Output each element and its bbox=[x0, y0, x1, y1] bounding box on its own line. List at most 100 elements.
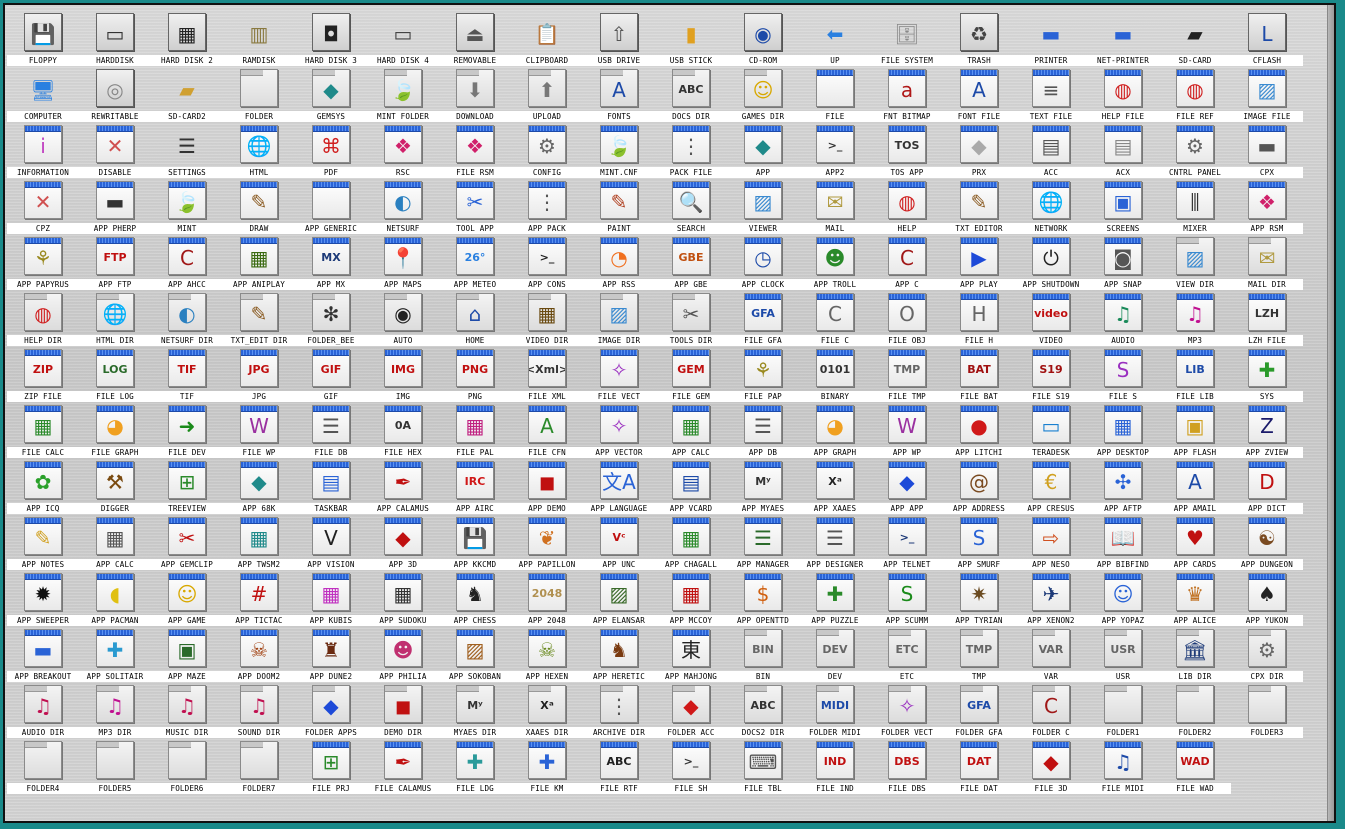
desktop-icon-file-tmp[interactable]: TMP FILE TMP bbox=[871, 347, 943, 403]
desktop-icon-download[interactable]: ⬇ DOWNLOAD bbox=[439, 67, 511, 123]
desktop-icon-png[interactable]: PNG PNG bbox=[439, 347, 511, 403]
desktop-icon-app-kubis[interactable]: ▦ APP KUBIS bbox=[295, 571, 367, 627]
desktop-icon-file-wad[interactable]: WAD FILE WAD bbox=[1159, 739, 1231, 795]
desktop-icon-app-tictac[interactable]: # APP TICTAC bbox=[223, 571, 295, 627]
desktop-icon-app-papillon[interactable]: ❦ APP PAPILLON bbox=[511, 515, 583, 571]
desktop-icon-cpx[interactable]: ▬ CPX bbox=[1231, 123, 1303, 179]
desktop-icon-file-rsm[interactable]: ❖ FILE RSM bbox=[439, 123, 511, 179]
desktop-icon-app-game[interactable]: ☺ APP GAME bbox=[151, 571, 223, 627]
desktop-icon-file-prj[interactable]: ⊞ FILE PRJ bbox=[295, 739, 367, 795]
desktop-icon-file-vect[interactable]: ✧ FILE VECT bbox=[583, 347, 655, 403]
desktop-icon-video-dir[interactable]: ▦ VIDEO DIR bbox=[511, 291, 583, 347]
desktop-icon-config[interactable]: ⚙ CONFIG bbox=[511, 123, 583, 179]
desktop-icon-app-heretic[interactable]: ♞ APP HERETIC bbox=[583, 627, 655, 683]
desktop-icon-settings[interactable]: ☰ SETTINGS bbox=[151, 123, 223, 179]
desktop-icon-treeview[interactable]: ⊞ TREEVIEW bbox=[151, 459, 223, 515]
desktop-icon-app-maps[interactable]: 📍 APP MAPS bbox=[367, 235, 439, 291]
desktop-icon-file[interactable]: FILE bbox=[799, 67, 871, 123]
desktop-icon-taskbar[interactable]: ▤ TASKBAR bbox=[295, 459, 367, 515]
desktop-icon-app-bibfind[interactable]: 📖 APP BIBFIND bbox=[1087, 515, 1159, 571]
desktop-icon-app-calc[interactable]: ▦ APP CALC bbox=[79, 515, 151, 571]
desktop-icon-app-troll[interactable]: ☻ APP TROLL bbox=[799, 235, 871, 291]
desktop-icon-folder[interactable]: FOLDER bbox=[223, 67, 295, 123]
desktop-icon-usr[interactable]: USR USR bbox=[1087, 627, 1159, 683]
desktop-icon-file-wp[interactable]: W FILE WP bbox=[223, 403, 295, 459]
desktop-icon-app-vision[interactable]: V APP VISION bbox=[295, 515, 367, 571]
desktop-icon-app-2048[interactable]: 2048 APP 2048 bbox=[511, 571, 583, 627]
desktop-icon-app-chess[interactable]: ♞ APP CHESS bbox=[439, 571, 511, 627]
desktop-icon-mint-folder[interactable]: 🍃 MINT FOLDER bbox=[367, 67, 439, 123]
desktop-icon-app-3d[interactable]: ◆ APP 3D bbox=[367, 515, 439, 571]
desktop-icon-zip-file[interactable]: ZIP ZIP FILE bbox=[7, 347, 79, 403]
desktop-icon-file-log[interactable]: LOG FILE LOG bbox=[79, 347, 151, 403]
desktop-icon-html[interactable]: 🌐 HTML bbox=[223, 123, 295, 179]
desktop-icon-prx[interactable]: ◆ PRX bbox=[943, 123, 1015, 179]
desktop-icon-app-cards[interactable]: ♥ APP CARDS bbox=[1159, 515, 1231, 571]
desktop-icon-app-openttd[interactable]: $ APP OPENTTD bbox=[727, 571, 799, 627]
desktop-icon-app-scumm[interactable]: S APP SCUMM bbox=[871, 571, 943, 627]
desktop-icon-help[interactable]: ◍ HELP bbox=[871, 179, 943, 235]
desktop-icon-file-pal[interactable]: ▦ FILE PAL bbox=[439, 403, 511, 459]
desktop-icon-app-litchi[interactable]: ● APP LITCHI bbox=[943, 403, 1015, 459]
desktop-icon-view-dir[interactable]: ▨ VIEW DIR bbox=[1159, 235, 1231, 291]
desktop-icon-app-rsm[interactable]: ❖ APP RSM bbox=[1231, 179, 1303, 235]
desktop-icon-file-3d[interactable]: ◆ FILE 3D bbox=[1015, 739, 1087, 795]
desktop-icon-file-km[interactable]: ✚ FILE KM bbox=[511, 739, 583, 795]
desktop-icon-file-calc[interactable]: ▦ FILE CALC bbox=[7, 403, 79, 459]
desktop-icon-myaes-dir[interactable]: Mʸ MYAES DIR bbox=[439, 683, 511, 739]
desktop-icon-app[interactable]: ◆ APP bbox=[727, 123, 799, 179]
desktop-icon-app-play[interactable]: ▶ APP PLAY bbox=[943, 235, 1015, 291]
desktop-icon-file-dbs[interactable]: DBS FILE DBS bbox=[871, 739, 943, 795]
desktop-icon-cntrl-panel[interactable]: ⚙ CNTRL PANEL bbox=[1159, 123, 1231, 179]
desktop-icon-folder1[interactable]: FOLDER1 bbox=[1087, 683, 1159, 739]
desktop-icon-file-system[interactable]: 🗄 FILE SYSTEM bbox=[871, 11, 943, 67]
desktop-icon-file-bat[interactable]: BAT FILE BAT bbox=[943, 347, 1015, 403]
desktop-icon-paint[interactable]: ✎ PAINT bbox=[583, 179, 655, 235]
desktop-icon-sd-card2[interactable]: ▰ SD-CARD2 bbox=[151, 67, 223, 123]
desktop-icon-removable[interactable]: ⏏ REMOVABLE bbox=[439, 11, 511, 67]
desktop-icon-app-aftp[interactable]: ✣ APP AFTP bbox=[1087, 459, 1159, 515]
desktop-icon-app-tyrian[interactable]: ✷ APP TYRIAN bbox=[943, 571, 1015, 627]
desktop-icon-folder-bee[interactable]: ✻ FOLDER_BEE bbox=[295, 291, 367, 347]
desktop-icon-app-address[interactable]: @ APP ADDRESS bbox=[943, 459, 1015, 515]
desktop-icon-app-breakout[interactable]: ▬ APP BREAKOUT bbox=[7, 627, 79, 683]
desktop-icon-tos-app[interactable]: TOS TOS APP bbox=[871, 123, 943, 179]
desktop-icon-etc[interactable]: ETC ETC bbox=[871, 627, 943, 683]
desktop-icon-file-c[interactable]: C FILE C bbox=[799, 291, 871, 347]
desktop-icon-app-maze[interactable]: ▣ APP MAZE bbox=[151, 627, 223, 683]
desktop-icon-binary[interactable]: 0101 BINARY bbox=[799, 347, 871, 403]
desktop-icon-app-airc[interactable]: IRC APP AIRC bbox=[439, 459, 511, 515]
desktop-icon-docs-dir[interactable]: ABC DOCS DIR bbox=[655, 67, 727, 123]
desktop-icon-file-lib[interactable]: LIB FILE LIB bbox=[1159, 347, 1231, 403]
desktop-icon-screens[interactable]: ▣ SCREENS bbox=[1087, 179, 1159, 235]
desktop-icon-file-db[interactable]: ☰ FILE DB bbox=[295, 403, 367, 459]
desktop-icon-app-myaes[interactable]: Mʸ APP MYAES bbox=[727, 459, 799, 515]
desktop-icon-folder7[interactable]: FOLDER7 bbox=[223, 739, 295, 795]
desktop-icon-app-68k[interactable]: ◆ APP 68K bbox=[223, 459, 295, 515]
desktop-icon-app-xenon2[interactable]: ✈ APP XENON2 bbox=[1015, 571, 1087, 627]
desktop-icon-lib-dir[interactable]: 🏛 LIB DIR bbox=[1159, 627, 1231, 683]
desktop-icon-net-printer[interactable]: ▬ NET-PRINTER bbox=[1087, 11, 1159, 67]
desktop-icon-app-notes[interactable]: ✎ APP NOTES bbox=[7, 515, 79, 571]
desktop-icon-help-dir[interactable]: ◍ HELP DIR bbox=[7, 291, 79, 347]
desktop-icon-file-midi[interactable]: ♫ FILE MIDI bbox=[1087, 739, 1159, 795]
desktop-icon-txt-editor[interactable]: ✎ TXT EDITOR bbox=[943, 179, 1015, 235]
desktop-icon-acc[interactable]: ▤ ACC bbox=[1015, 123, 1087, 179]
desktop-icon-app-philia[interactable]: ☻ APP PHILIA bbox=[367, 627, 439, 683]
desktop-icon-app-app[interactable]: ◆ APP APP bbox=[871, 459, 943, 515]
desktop-icon-app-dune2[interactable]: ♜ APP DUNE2 bbox=[295, 627, 367, 683]
desktop-icon-app-meteo[interactable]: 26° APP METEO bbox=[439, 235, 511, 291]
desktop-icon-cd-rom[interactable]: ◉ CD-ROM bbox=[727, 11, 799, 67]
desktop-icon-file-graph[interactable]: ◕ FILE GRAPH bbox=[79, 403, 151, 459]
desktop-icon-app-ftp[interactable]: FTP APP FTP bbox=[79, 235, 151, 291]
desktop-icon-hard-disk-3[interactable]: ◘ HARD DISK 3 bbox=[295, 11, 367, 67]
desktop-icon-app-chagall[interactable]: ▦ APP CHAGALL bbox=[655, 515, 727, 571]
desktop-icon-rsc[interactable]: ❖ RSC bbox=[367, 123, 439, 179]
desktop-icon-audio-dir[interactable]: ♫ AUDIO DIR bbox=[7, 683, 79, 739]
desktop-icon-folder-vect[interactable]: ✧ FOLDER VECT bbox=[871, 683, 943, 739]
desktop-icon-folder-midi[interactable]: MIDI FOLDER MIDI bbox=[799, 683, 871, 739]
desktop-icon-app-mahjong[interactable]: 東 APP MAHJONG bbox=[655, 627, 727, 683]
desktop-icon-archive-dir[interactable]: ⋮ ARCHIVE DIR bbox=[583, 683, 655, 739]
desktop-icon-app-dict[interactable]: D APP DICT bbox=[1231, 459, 1303, 515]
desktop-icon-file-cfn[interactable]: A FILE CFN bbox=[511, 403, 583, 459]
